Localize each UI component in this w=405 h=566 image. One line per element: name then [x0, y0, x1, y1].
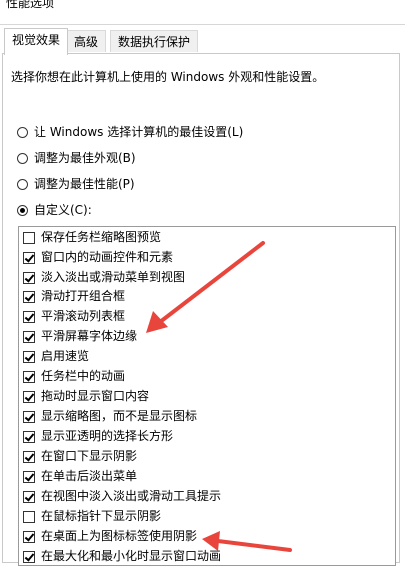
effect-label: 淡入淡出或滑动菜单到视图 [41, 270, 186, 284]
effects-list[interactable]: 保存任务栏缩略图预览 窗口内的动画控件和元素 淡入淡出或滑动菜单到视图 滑动打开… [18, 226, 396, 566]
list-item[interactable]: 拖动时显示窗口内容 [23, 387, 149, 406]
effect-label: 启用速览 [41, 349, 90, 363]
list-item[interactable]: 窗口内的动画控件和元素 [23, 248, 173, 267]
title-bar: 性能选项 [0, 0, 405, 25]
radio-button[interactable] [17, 126, 28, 138]
checkbox[interactable] [23, 390, 35, 403]
option-best-performance[interactable]: 调整为最佳性能(P) [17, 175, 135, 193]
checkbox[interactable] [23, 470, 35, 483]
checkbox[interactable] [23, 430, 35, 443]
list-item[interactable]: 在最大化和最小化时显示窗口动画 [23, 547, 222, 565]
checkbox[interactable] [23, 490, 35, 503]
effect-label: 拖动时显示窗口内容 [41, 389, 150, 403]
effect-label: 平滑屏幕字体边缘 [41, 329, 138, 343]
effect-label: 在单击后淡出菜单 [41, 469, 138, 483]
checkbox[interactable] [23, 410, 35, 423]
effect-label: 显示缩略图，而不是显示图标 [41, 409, 198, 423]
effect-label: 在最大化和最小化时显示窗口动画 [41, 549, 222, 563]
list-item[interactable]: 滑动打开组合框 [23, 287, 125, 306]
effect-label: 在鼠标指针下显示阴影 [41, 509, 162, 523]
option-label: 让 Windows 选择计算机的最佳设置(L) [34, 125, 244, 139]
window-title: 性能选项 [6, 0, 55, 10]
tab-visual-effects[interactable]: 视觉效果 [4, 28, 69, 55]
checkbox[interactable] [23, 310, 35, 323]
list-item[interactable]: 任务栏中的动画 [23, 367, 125, 386]
tab-data-execution-prevention[interactable]: 数据执行保护 [110, 30, 199, 52]
checkbox[interactable] [23, 550, 35, 563]
checkbox[interactable] [23, 231, 35, 244]
list-item[interactable]: 保存任务栏缩略图预览 [23, 228, 161, 247]
effect-label: 任务栏中的动画 [41, 369, 126, 383]
visual-effects-panel: 选择你想在此计算机上使用的 Windows 外观和性能设置。 让 Windows… [2, 53, 400, 566]
description-text: 选择你想在此计算机上使用的 Windows 外观和性能设置。 [11, 70, 325, 84]
checkbox[interactable] [23, 290, 35, 303]
option-label: 调整为最佳性能(P) [34, 177, 135, 191]
effect-label: 窗口内的动画控件和元素 [41, 250, 174, 264]
tab-advanced[interactable]: 高级 [66, 30, 107, 52]
radio-button[interactable] [17, 152, 28, 164]
checkbox[interactable] [23, 530, 35, 543]
list-item[interactable]: 显示缩略图，而不是显示图标 [23, 407, 197, 426]
list-item[interactable]: 启用速览 [23, 347, 89, 366]
list-item[interactable]: 平滑滚动列表框 [23, 307, 125, 326]
checkbox[interactable] [23, 510, 35, 523]
option-label: 调整为最佳外观(B) [34, 151, 136, 165]
option-custom[interactable]: 自定义(C): [17, 201, 92, 219]
option-best-appearance[interactable]: 调整为最佳外观(B) [17, 149, 136, 167]
list-item[interactable]: 显示亚透明的选择长方形 [23, 427, 173, 446]
checkbox[interactable] [23, 330, 35, 343]
option-let-windows-choose[interactable]: 让 Windows 选择计算机的最佳设置(L) [17, 123, 243, 141]
list-item[interactable]: 平滑屏幕字体边缘 [23, 327, 137, 346]
effect-label: 平滑滚动列表框 [41, 309, 126, 323]
list-item[interactable]: 在鼠标指针下显示阴影 [23, 507, 161, 526]
checkbox[interactable] [23, 271, 35, 284]
checkbox[interactable] [23, 370, 35, 383]
effect-label: 显示亚透明的选择长方形 [41, 429, 174, 443]
list-item[interactable]: 在桌面上为图标标签使用阴影 [23, 527, 197, 546]
checkbox[interactable] [23, 350, 35, 363]
checkbox[interactable] [23, 450, 35, 463]
list-item[interactable]: 在单击后淡出菜单 [23, 467, 137, 486]
effect-label: 滑动打开组合框 [41, 289, 126, 303]
checkbox[interactable] [23, 251, 35, 264]
effect-label: 在视图中淡入淡出或滑动工具提示 [41, 489, 222, 503]
effect-label: 在窗口下显示阴影 [41, 449, 138, 463]
list-item[interactable]: 在窗口下显示阴影 [23, 447, 137, 466]
radio-button[interactable] [17, 178, 28, 190]
option-label: 自定义(C): [34, 203, 92, 217]
radio-button-selected[interactable] [17, 204, 28, 216]
effect-label: 保存任务栏缩略图预览 [41, 230, 162, 244]
effect-label: 在桌面上为图标标签使用阴影 [41, 529, 198, 543]
list-item[interactable]: 淡入淡出或滑动菜单到视图 [23, 268, 185, 287]
list-item[interactable]: 在视图中淡入淡出或滑动工具提示 [23, 487, 221, 506]
tab-strip: 视觉效果 高级 数据执行保护 [0, 28, 405, 55]
